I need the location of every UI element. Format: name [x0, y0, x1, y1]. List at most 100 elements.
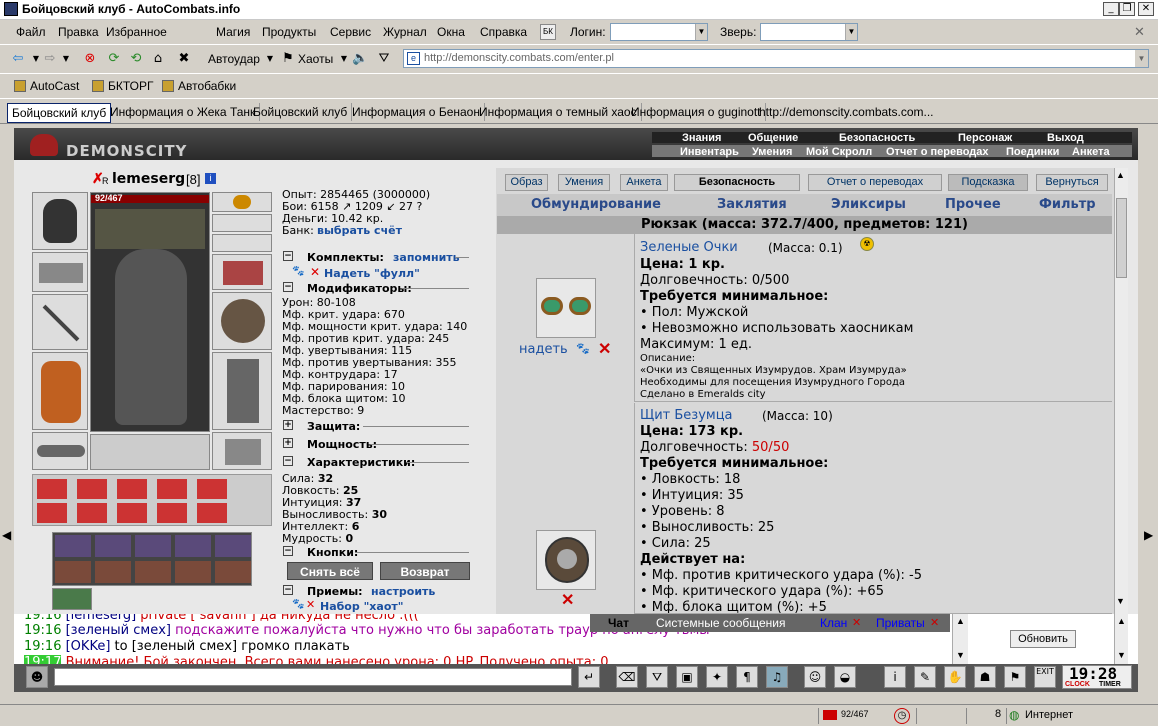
chevron-down-icon[interactable]: ▼ — [262, 51, 278, 67]
chevron-down-icon[interactable]: ▼ — [1135, 50, 1148, 67]
return-button[interactable]: Возврат — [380, 562, 470, 580]
beast-select[interactable]: ▼ — [760, 23, 858, 41]
timer-label[interactable]: TIMER — [1099, 681, 1121, 688]
tab-fight-club[interactable]: Бойцовский клуб — [7, 103, 112, 123]
haoty-button[interactable]: Хаоты — [298, 52, 333, 66]
send-icon[interactable]: ↵ — [578, 666, 600, 688]
character-image[interactable]: 92/467 — [90, 192, 210, 432]
item-image[interactable] — [536, 530, 596, 590]
effect-icon[interactable] — [52, 588, 92, 610]
nav-communication[interactable]: Общение — [748, 132, 798, 144]
info-icon[interactable]: i — [884, 666, 906, 688]
weapon-slot[interactable] — [32, 294, 88, 350]
nav-inventory[interactable]: Инвентарь — [680, 146, 739, 158]
nav-questionnaire[interactable]: Анкета — [1072, 146, 1110, 158]
tab-info-benaon[interactable]: Информация о Бенаон — [348, 103, 485, 121]
menu-edit[interactable]: Правка — [58, 25, 99, 39]
bk-icon[interactable]: БК — [540, 24, 556, 40]
tab-info-zheka[interactable]: Информация о Жека Танк — [106, 103, 261, 121]
close-icon[interactable]: ✕ — [1134, 24, 1145, 40]
wear-link[interactable]: надеть — [519, 342, 568, 357]
earring-slot[interactable] — [212, 214, 272, 232]
bracers-slot[interactable] — [32, 252, 88, 292]
legs-slot[interactable] — [212, 352, 272, 430]
tab-filter[interactable]: Фильтр — [1039, 197, 1096, 212]
autoudar-button[interactable]: Автоудар — [208, 52, 260, 66]
sets-section[interactable]: − Комплекты: запомнить — [283, 251, 493, 264]
login-select[interactable]: ▼ — [610, 23, 708, 41]
scroll-thumb[interactable] — [1116, 198, 1127, 278]
save-icon[interactable]: ▣ — [676, 666, 698, 688]
remove-all-button[interactable]: Снять всё — [287, 562, 373, 580]
nav-character[interactable]: Персонаж — [958, 132, 1012, 144]
collapse-icon[interactable]: − — [283, 282, 293, 292]
scroll-up-icon[interactable]: ▲ — [1117, 616, 1126, 626]
nav-security[interactable]: Безопасность — [839, 132, 915, 144]
amulet-slot[interactable] — [212, 192, 272, 212]
info-icon[interactable]: i — [205, 173, 216, 184]
link-bktorg[interactable]: БКТОРГ — [108, 79, 154, 93]
nav-knowledge[interactable]: Знания — [682, 132, 721, 144]
tab-private[interactable]: Приваты — [876, 616, 925, 630]
tab-clan[interactable]: Клан — [820, 616, 847, 630]
expand-icon[interactable]: + — [283, 420, 293, 430]
menu-service[interactable]: Сервис — [330, 25, 371, 39]
scroll-up-icon[interactable]: ▲ — [956, 616, 965, 626]
scroll-up-icon[interactable]: ▲ — [1116, 170, 1125, 180]
reload-icon[interactable]: ⟲ — [128, 51, 144, 67]
forward-icon[interactable]: ⇨ — [42, 51, 58, 67]
translit-icon[interactable]: ¶ — [736, 666, 758, 688]
bank-link[interactable]: выбрать счёт — [317, 224, 402, 237]
back-button[interactable]: Вернуться — [1036, 174, 1108, 191]
tab-spells[interactable]: Заклятия — [717, 197, 787, 212]
tab-system-messages[interactable]: Системные сообщения — [656, 616, 786, 630]
effect-icons[interactable] — [52, 532, 252, 586]
buttons-section[interactable]: − Кнопки: — [283, 546, 493, 559]
boots-slot[interactable] — [212, 432, 272, 470]
tab-info-guginott[interactable]: Информация о guginott — [627, 103, 766, 121]
link-autocast[interactable]: AutoCast — [30, 79, 79, 93]
close-icon[interactable]: ✕ — [852, 616, 861, 629]
close-window-button[interactable]: ✕ — [1138, 2, 1154, 16]
nav-transfer-report[interactable]: Отчет о переводах — [886, 146, 989, 158]
belt-slot[interactable] — [32, 432, 88, 470]
tab-other[interactable]: Прочее — [945, 197, 1001, 212]
image-button[interactable]: Образ — [505, 174, 548, 191]
speaker-icon[interactable]: 🔈 — [352, 51, 368, 67]
set-haot-link[interactable]: Набор "хаот" — [320, 600, 403, 613]
home-icon[interactable]: ⌂ — [150, 51, 166, 67]
exit-icon[interactable]: EXIT — [1034, 666, 1056, 688]
tab-fight-club-2[interactable]: Бойцовский клуб — [249, 103, 353, 121]
menu-windows[interactable]: Окна — [437, 25, 465, 39]
misc-slots[interactable] — [90, 434, 210, 470]
collapse-right-icon[interactable]: ▶ — [1144, 528, 1153, 542]
menu-help[interactable]: Справка — [480, 25, 527, 39]
scroll-down-icon[interactable]: ▼ — [1116, 596, 1125, 606]
helmet-slot[interactable] — [32, 192, 88, 250]
stop-icon[interactable]: ⊗ — [82, 51, 98, 67]
delete-item-icon[interactable]: ✕ — [561, 590, 574, 610]
collapse-icon[interactable]: − — [283, 456, 293, 466]
filter-icon[interactable]: ⛛ — [376, 51, 392, 67]
armor-slot[interactable] — [32, 352, 88, 430]
character-name[interactable]: lemeserg — [112, 171, 185, 187]
nav-my-scroll[interactable]: Мой Скролл — [806, 146, 872, 158]
minimize-button[interactable]: _ — [1103, 2, 1119, 16]
security-button[interactable]: Безопасность — [674, 174, 800, 191]
tab-chat[interactable]: Чат — [608, 616, 629, 630]
gloves-slot[interactable] — [212, 254, 272, 290]
clock-label[interactable]: CLOCK — [1065, 681, 1090, 688]
address-bar[interactable]: e http://demonscity.combats.com/enter.pl… — [403, 49, 1149, 68]
item-name[interactable]: Зеленые Очки — [640, 240, 738, 255]
eraser-icon[interactable]: ⌫ — [616, 666, 638, 688]
delete-item-icon[interactable]: ✕ — [598, 339, 611, 359]
flag-icon[interactable]: ⚑ — [1004, 666, 1026, 688]
delete-set-icon[interactable]: ✕ — [310, 265, 320, 279]
emoji-icon[interactable]: ☺ — [804, 666, 826, 688]
chat-input[interactable] — [54, 668, 572, 686]
collapse-icon[interactable]: − — [283, 546, 293, 556]
modifiers-section[interactable]: − Модификаторы: — [283, 282, 493, 295]
map-icon[interactable]: ✎ — [914, 666, 936, 688]
collapse-left-icon[interactable]: ◀ — [2, 528, 11, 542]
item-image[interactable] — [536, 278, 596, 338]
